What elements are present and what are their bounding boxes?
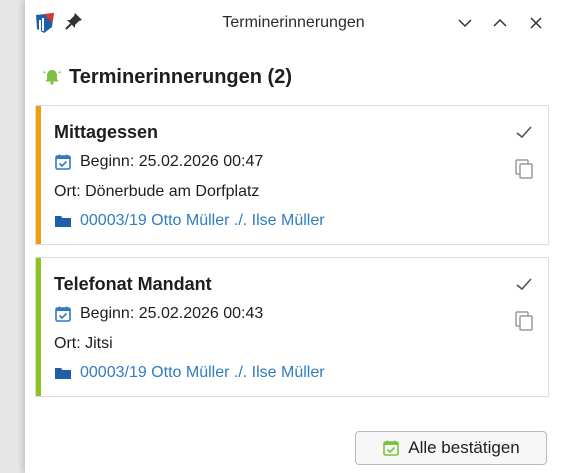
case-link[interactable]: 00003/19 Otto Müller ./. Ilse Müller (54, 364, 325, 382)
reminders-title: Terminerinnerungen (2) (69, 65, 292, 88)
calendar-check-icon (55, 306, 71, 322)
calendar-check-icon (55, 154, 71, 170)
window-title: Terminerinnerungen (222, 14, 365, 31)
acknowledge-check-icon[interactable] (514, 122, 534, 142)
reminder-card: Mittagessen Beginn: 25.02.2026 00:47 Ort… (35, 105, 549, 245)
maximize-icon[interactable] (490, 13, 510, 33)
minimize-icon[interactable] (455, 13, 475, 33)
bell-icon (43, 70, 61, 85)
begin-text: Beginn: 25.02.2026 00:43 (80, 305, 264, 322)
close-icon[interactable] (526, 13, 546, 33)
begin-text: Beginn: 25.02.2026 00:47 (80, 153, 264, 170)
folder-icon (55, 368, 71, 379)
reminders-header: Terminerinnerungen (2) (43, 62, 292, 92)
priority-stripe (36, 106, 41, 244)
reminder-begin: Beginn: 25.02.2026 00:47 (54, 153, 263, 171)
folder-icon (55, 216, 71, 227)
acknowledge-check-icon[interactable] (514, 274, 534, 294)
reminder-card: Telefonat Mandant Beginn: 25.02.2026 00:… (35, 257, 549, 397)
confirm-all-label: Alle bestätigen (408, 438, 520, 457)
title-bar[interactable]: Terminerinnerungen (25, 0, 562, 52)
case-link[interactable]: 00003/19 Otto Müller ./. Ilse Müller (54, 212, 325, 230)
reminder-subject: Telefonat Mandant (54, 274, 212, 294)
case-link-text[interactable]: 00003/19 Otto Müller ./. Ilse Müller (80, 212, 325, 230)
copy-icon[interactable] (514, 310, 534, 332)
reminder-subject: Mittagessen (54, 122, 159, 142)
confirm-all-button[interactable]: Alle bestätigen (355, 431, 547, 465)
copy-icon[interactable] (514, 158, 534, 180)
calendar-check-icon (383, 440, 400, 456)
reminder-location: Ort: Jitsi (54, 335, 113, 352)
reminder-location: Ort: Dönerbude am Dorfplatz (54, 183, 260, 200)
priority-stripe (36, 258, 41, 396)
reminder-begin: Beginn: 25.02.2026 00:43 (54, 305, 263, 323)
reminder-window: Terminerinnerungen Terminerinnerungen (2… (25, 0, 562, 473)
case-link-text[interactable]: 00003/19 Otto Müller ./. Ilse Müller (80, 364, 325, 382)
